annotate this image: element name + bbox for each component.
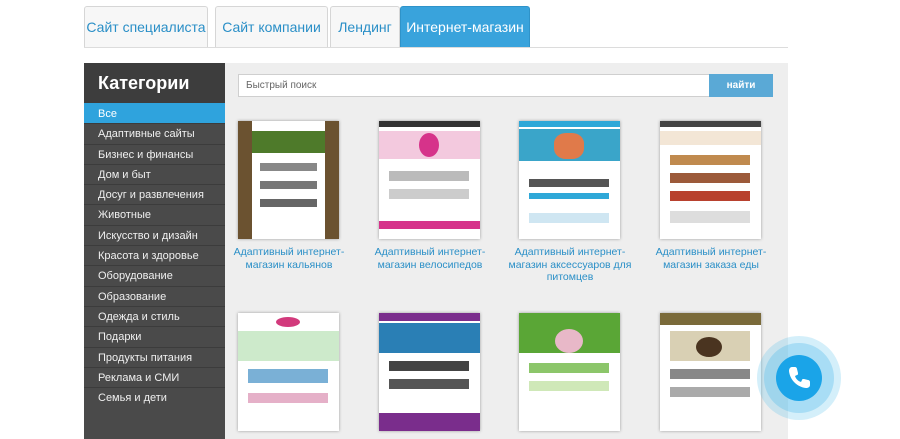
category-gifts[interactable]: Подарки xyxy=(84,326,225,346)
site-type-tabs: Сайт специалиста Сайт компании Лендинг И… xyxy=(84,6,788,48)
category-business-finance[interactable]: Бизнес и финансы xyxy=(84,143,225,164)
category-family-kids[interactable]: Семья и дети xyxy=(84,387,225,407)
category-leisure[interactable]: Досуг и развлечения xyxy=(84,184,225,204)
category-equipment[interactable]: Оборудование xyxy=(84,265,225,285)
phone-icon xyxy=(789,367,810,388)
tab-company-site[interactable]: Сайт компании xyxy=(215,6,328,47)
template-thumbnail[interactable] xyxy=(660,313,761,431)
category-art-design[interactable]: Искусство и дизайн xyxy=(84,224,225,245)
templates-panel: найти Адаптивный интернет-магазин кальян… xyxy=(225,63,788,439)
category-food[interactable]: Продукты питания xyxy=(84,346,225,367)
tabs-divider xyxy=(84,47,788,48)
search-input[interactable] xyxy=(238,74,710,97)
categories-title: Категории xyxy=(84,63,225,103)
template-thumbnail[interactable] xyxy=(519,121,620,239)
template-title[interactable]: Адаптивный интернет-магазин велосипедов xyxy=(366,246,494,271)
tab-online-store[interactable]: Интернет-магазин xyxy=(400,6,530,48)
template-thumbnail[interactable] xyxy=(379,121,480,239)
category-home[interactable]: Дом и быт xyxy=(84,163,225,184)
tab-specialist-site[interactable]: Сайт специалиста xyxy=(84,6,208,47)
template-thumbnail[interactable] xyxy=(238,313,339,431)
category-adaptive-sites[interactable]: Адаптивные сайты xyxy=(84,123,225,143)
search-button[interactable]: найти xyxy=(709,74,773,97)
template-thumbnail[interactable] xyxy=(238,121,339,239)
template-thumbnail[interactable] xyxy=(379,313,480,431)
category-all[interactable]: Все xyxy=(84,103,225,124)
template-thumbnail[interactable] xyxy=(660,121,761,239)
category-animals[interactable]: Животные xyxy=(84,204,225,224)
category-beauty-health[interactable]: Красота и здоровье xyxy=(84,245,225,265)
call-button[interactable] xyxy=(776,355,822,401)
categories-sidebar: Категории Все Адаптивные сайты Бизнес и … xyxy=(84,63,225,439)
category-ads-media[interactable]: Реклама и СМИ xyxy=(84,366,225,387)
template-thumbnail[interactable] xyxy=(519,313,620,431)
template-title[interactable]: Адаптивный интернет-магазин аксессуаров … xyxy=(506,246,634,284)
tab-landing[interactable]: Лендинг xyxy=(330,6,400,47)
category-clothing-style[interactable]: Одежда и стиль xyxy=(84,305,225,326)
template-title[interactable]: Адаптивный интернет-магазин кальянов xyxy=(225,246,353,271)
category-education[interactable]: Образование xyxy=(84,285,225,306)
template-title[interactable]: Адаптивный интернет-магазин заказа еды xyxy=(647,246,775,271)
